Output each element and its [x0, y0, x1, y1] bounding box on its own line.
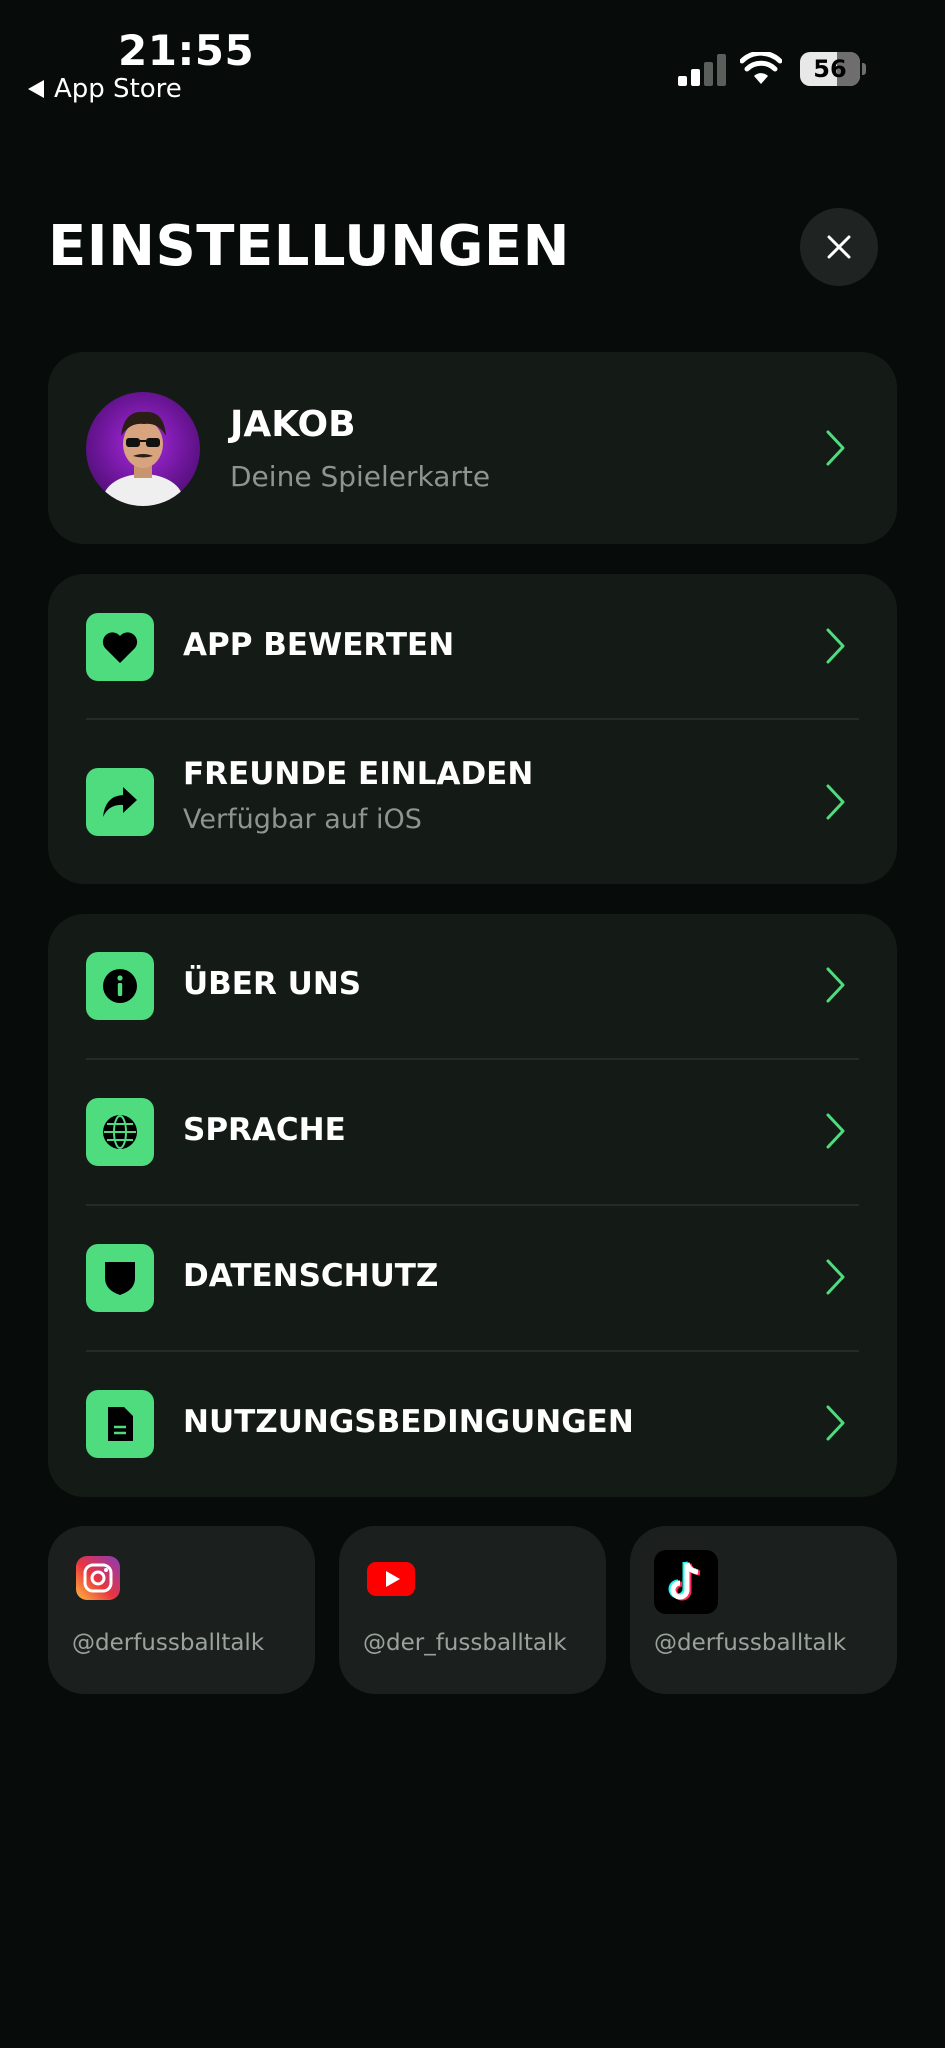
back-label: App Store [54, 74, 182, 104]
terms-label: NUTZUNGSBEDINGUNGEN [183, 1404, 634, 1440]
language-label: SPRACHE [183, 1112, 346, 1148]
about-us-label: ÜBER UNS [183, 966, 362, 1002]
youtube-icon [367, 1562, 415, 1596]
chevron-right-icon [826, 784, 845, 820]
chevron-right-icon [826, 1259, 845, 1295]
back-to-app-store[interactable]: App Store [28, 74, 182, 104]
instagram-link[interactable]: @derfussballtalk [48, 1526, 315, 1694]
language-row[interactable]: SPRACHE [48, 1060, 897, 1204]
instagram-icon [76, 1556, 120, 1600]
status-time: 21:55 [118, 26, 255, 75]
tiktok-icon [654, 1550, 718, 1614]
invite-friends-subtitle: Verfügbar auf iOS [183, 804, 422, 835]
chevron-right-icon [826, 967, 845, 1003]
rate-app-row[interactable]: APP BEWERTEN [48, 574, 897, 718]
back-arrow-icon [28, 80, 44, 98]
document-icon [86, 1390, 154, 1458]
chevron-right-icon [826, 628, 845, 664]
share-icon [86, 768, 154, 836]
battery-indicator: 56 [800, 52, 866, 86]
info-icon [86, 952, 154, 1020]
close-icon [827, 235, 851, 259]
terms-row[interactable]: NUTZUNGSBEDINGUNGEN [48, 1352, 897, 1497]
invite-friends-label: FREUNDE EINLADEN [183, 756, 534, 792]
youtube-link[interactable]: @der_fussballtalk [339, 1526, 606, 1694]
general-settings-group: APP BEWERTEN FREUNDE EINLADEN Verfügbar … [48, 574, 897, 884]
close-button[interactable] [800, 208, 878, 286]
privacy-row[interactable]: DATENSCHUTZ [48, 1206, 897, 1350]
globe-icon [86, 1098, 154, 1166]
profile-name: JAKOB [230, 404, 356, 445]
about-us-row[interactable]: ÜBER UNS [48, 914, 897, 1058]
wifi-icon [740, 52, 782, 84]
shield-icon [86, 1244, 154, 1312]
rate-app-label: APP BEWERTEN [183, 627, 455, 663]
tiktok-link[interactable]: @derfussballtalk [630, 1526, 897, 1694]
instagram-handle: @derfussballtalk [72, 1630, 265, 1656]
tiktok-handle: @derfussballtalk [654, 1630, 847, 1656]
page-title: EINSTELLUNGEN [48, 214, 571, 279]
info-settings-group: ÜBER UNS SPRACHE DATENSCHUTZ NUTZUNGSBED… [48, 914, 897, 1497]
youtube-handle: @der_fussballtalk [363, 1630, 567, 1656]
cellular-signal-icon [678, 54, 726, 86]
privacy-label: DATENSCHUTZ [183, 1258, 439, 1294]
avatar [86, 392, 200, 506]
battery-level: 56 [813, 55, 847, 83]
chevron-right-icon [826, 430, 845, 466]
profile-card[interactable]: JAKOB Deine Spielerkarte [48, 352, 897, 544]
chevron-right-icon [826, 1113, 845, 1149]
invite-friends-row[interactable]: FREUNDE EINLADEN Verfügbar auf iOS [48, 720, 897, 884]
heart-icon [86, 613, 154, 681]
chevron-right-icon [826, 1405, 845, 1441]
profile-subtitle: Deine Spielerkarte [230, 460, 491, 493]
